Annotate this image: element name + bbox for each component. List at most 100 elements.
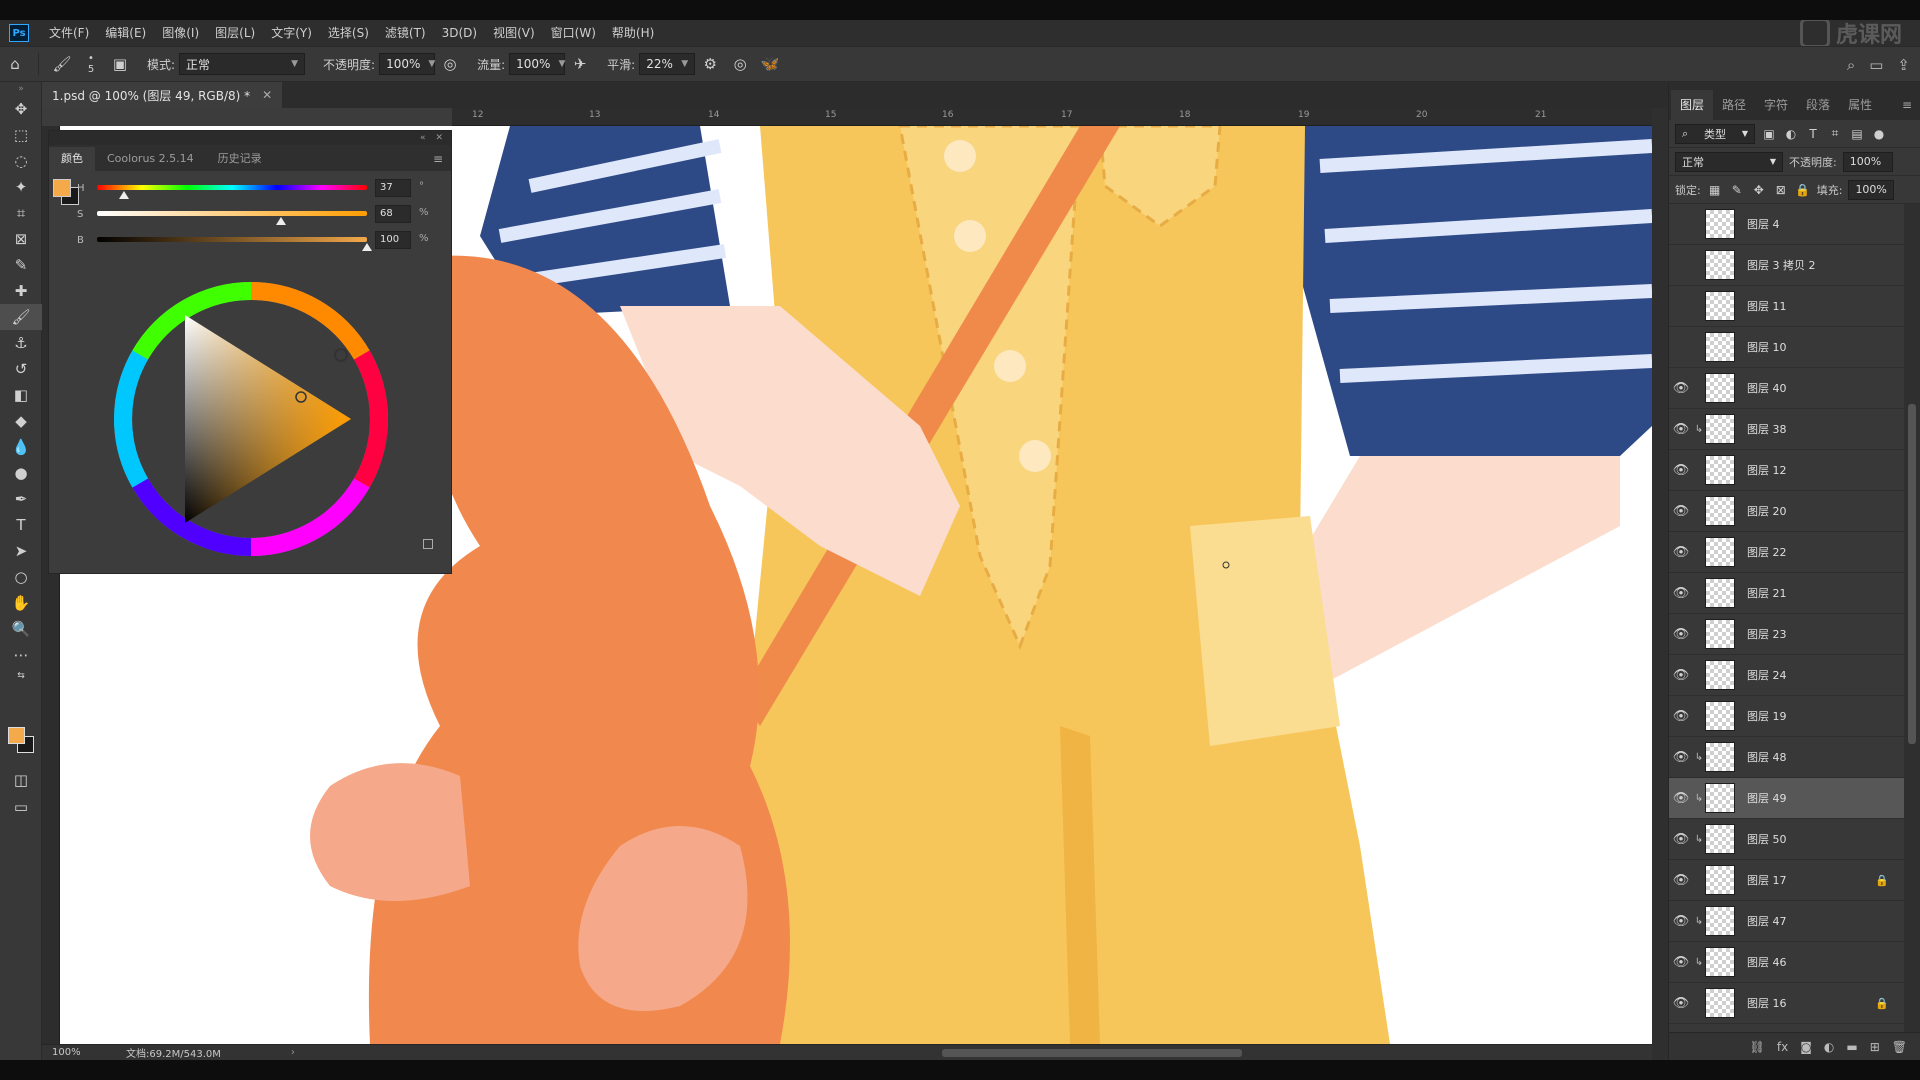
eye-icon[interactable]: 👁 (1669, 996, 1693, 1011)
foreground-color-swatch[interactable] (8, 727, 25, 744)
blend-mode-select[interactable]: 正常 ▼ (1675, 151, 1783, 172)
layer-row[interactable]: 👁 图层 20 (1669, 491, 1905, 532)
layer-thumbnail[interactable] (1705, 619, 1735, 649)
paint-bucket-tool-icon[interactable]: ◆ (0, 408, 42, 434)
lock-position-icon[interactable]: ✥ (1751, 183, 1767, 197)
layer-row[interactable]: 👁 图层 19 (1669, 696, 1905, 737)
eyedropper-tool-icon[interactable]: ✎ (0, 252, 42, 278)
brush-preset-icon[interactable]: 🖌 (47, 46, 77, 82)
layer-row[interactable]: 👁 图层 22 (1669, 532, 1905, 573)
pressure-size-icon[interactable]: ◎ (725, 46, 755, 82)
document-tab[interactable]: 1.psd @ 100% (图层 49, RGB/8) * ✕ (42, 82, 283, 108)
tab-coolorus[interactable]: Coolorus 2.5.14 (95, 147, 206, 171)
layer-row[interactable]: 👁 图层 4 (1669, 204, 1905, 245)
eye-icon[interactable]: 👁 (1669, 668, 1693, 683)
layer-name[interactable]: 图层 16 (1747, 995, 1787, 1011)
layer-thumbnail[interactable] (1705, 865, 1735, 895)
layer-name[interactable]: 图层 19 (1747, 708, 1787, 724)
layer-thumbnail[interactable] (1705, 537, 1735, 567)
layer-thumbnail[interactable] (1705, 701, 1735, 731)
lasso-tool-icon[interactable]: ◌ (0, 148, 42, 174)
menu-edit[interactable]: 编辑(E) (97, 20, 154, 46)
layer-thumbnail[interactable] (1705, 783, 1735, 813)
move-tool-icon[interactable]: ✥ (0, 96, 42, 122)
path-selection-tool-icon[interactable]: ➤ (0, 538, 42, 564)
layer-name[interactable]: 图层 46 (1747, 954, 1787, 970)
layer-name[interactable]: 图层 4 (1747, 216, 1780, 232)
layer-name[interactable]: 图层 12 (1747, 462, 1787, 478)
menu-select[interactable]: 选择(S) (320, 20, 377, 46)
eye-icon[interactable]: 👁 (1669, 955, 1693, 970)
layer-thumbnail[interactable] (1705, 291, 1735, 321)
magic-wand-tool-icon[interactable]: ✦ (0, 174, 42, 200)
menu-image[interactable]: 图像(I) (154, 20, 207, 46)
color-wheel[interactable] (101, 269, 401, 569)
layer-thumbnail[interactable] (1705, 988, 1735, 1018)
layer-thumbnail[interactable] (1705, 250, 1735, 280)
swap-colors-icon[interactable]: ⇆ (0, 668, 42, 684)
eye-icon[interactable]: 👁 (1669, 873, 1693, 888)
layer-row[interactable]: 👁 图层 21 (1669, 573, 1905, 614)
layer-thumbnail[interactable] (1705, 373, 1735, 403)
layer-row[interactable]: 👁 ↳ 图层 46 (1669, 942, 1905, 983)
marquee-tool-icon[interactable]: ⬚ (0, 122, 42, 148)
saturation-slider-thumb[interactable] (275, 217, 286, 225)
lock-pixels-icon[interactable]: ✎ (1729, 183, 1745, 197)
brush-tool-icon[interactable]: 🖌 (0, 304, 42, 330)
hue-input[interactable]: 37 (375, 179, 411, 197)
brightness-input[interactable]: 100 (375, 231, 411, 249)
mode-select[interactable]: 正常 ▼ (179, 53, 306, 75)
saturation-input[interactable]: 68 (375, 205, 411, 223)
home-icon[interactable]: ⌂ (0, 46, 30, 82)
screen-mode-icon[interactable]: ▭ (0, 794, 42, 820)
layer-name[interactable]: 图层 24 (1747, 667, 1787, 683)
more-tools-icon[interactable]: ⋯ (0, 642, 42, 668)
delete-layer-icon[interactable]: 🗑 (1892, 1040, 1907, 1054)
scrollbar-thumb[interactable] (1908, 404, 1916, 744)
filter-smart-object-icon[interactable]: ▤ (1849, 127, 1865, 141)
hue-ring-marker[interactable] (334, 348, 348, 362)
layer-row[interactable]: 👁 图层 23 (1669, 614, 1905, 655)
adjustment-layer-icon[interactable]: ◐ (1824, 1040, 1834, 1054)
layer-row[interactable]: 👁 图层 11 (1669, 286, 1905, 327)
filter-toggle-icon[interactable]: ● (1871, 127, 1887, 141)
layer-name[interactable]: 图层 22 (1747, 544, 1787, 560)
history-brush-tool-icon[interactable]: ↺ (0, 356, 42, 382)
crop-tool-icon[interactable]: ⌗ (0, 200, 42, 226)
zoom-level[interactable]: 100% (42, 1047, 106, 1058)
menu-help[interactable]: 帮助(H) (604, 20, 662, 46)
layer-name[interactable]: 图层 48 (1747, 749, 1787, 765)
eye-icon[interactable]: 👁 (1669, 545, 1693, 560)
hue-slider-thumb[interactable] (119, 191, 129, 199)
eye-icon[interactable]: 👁 (1669, 340, 1693, 355)
layer-name[interactable]: 图层 49 (1747, 790, 1787, 806)
layer-row[interactable]: 👁 图层 24 (1669, 655, 1905, 696)
clone-stamp-tool-icon[interactable]: ⚓ (0, 330, 42, 356)
layer-row[interactable]: 👁 ↳ 图层 47 (1669, 901, 1905, 942)
eye-icon[interactable]: 👁 (1669, 627, 1693, 642)
filter-pixel-icon[interactable]: ▣ (1761, 127, 1777, 141)
chevron-right-icon[interactable]: › (291, 1047, 295, 1058)
close-icon[interactable]: ✕ (435, 133, 443, 143)
zoom-tool-icon[interactable]: 🔍 (0, 616, 42, 642)
menu-window[interactable]: 窗口(W) (543, 20, 604, 46)
frame-tool-icon[interactable]: ⊠ (0, 226, 42, 252)
layer-name[interactable]: 图层 47 (1747, 913, 1787, 929)
collapse-icon[interactable]: » (0, 82, 42, 96)
resize-icon[interactable] (423, 539, 433, 549)
eye-icon[interactable]: 👁 (1669, 791, 1693, 806)
layer-thumbnail[interactable] (1705, 414, 1735, 444)
eye-icon[interactable]: 👁 (1669, 750, 1693, 765)
brightness-slider[interactable] (97, 237, 367, 242)
layer-thumbnail[interactable] (1705, 332, 1735, 362)
tab-paragraph[interactable]: 段落 (1797, 90, 1839, 120)
link-layers-icon[interactable]: ⛓ (1750, 1040, 1765, 1054)
tab-paths[interactable]: 路径 (1713, 90, 1755, 120)
tab-character[interactable]: 字符 (1755, 90, 1797, 120)
eye-icon[interactable]: 👁 (1669, 422, 1693, 437)
color-foreground-swatch[interactable] (53, 179, 71, 197)
layer-thumbnail[interactable] (1705, 947, 1735, 977)
hand-tool-icon[interactable]: ✋ (0, 590, 42, 616)
workspace-icon[interactable]: ▭ (1869, 56, 1883, 74)
layer-opacity-input[interactable]: 100% (1842, 151, 1893, 172)
